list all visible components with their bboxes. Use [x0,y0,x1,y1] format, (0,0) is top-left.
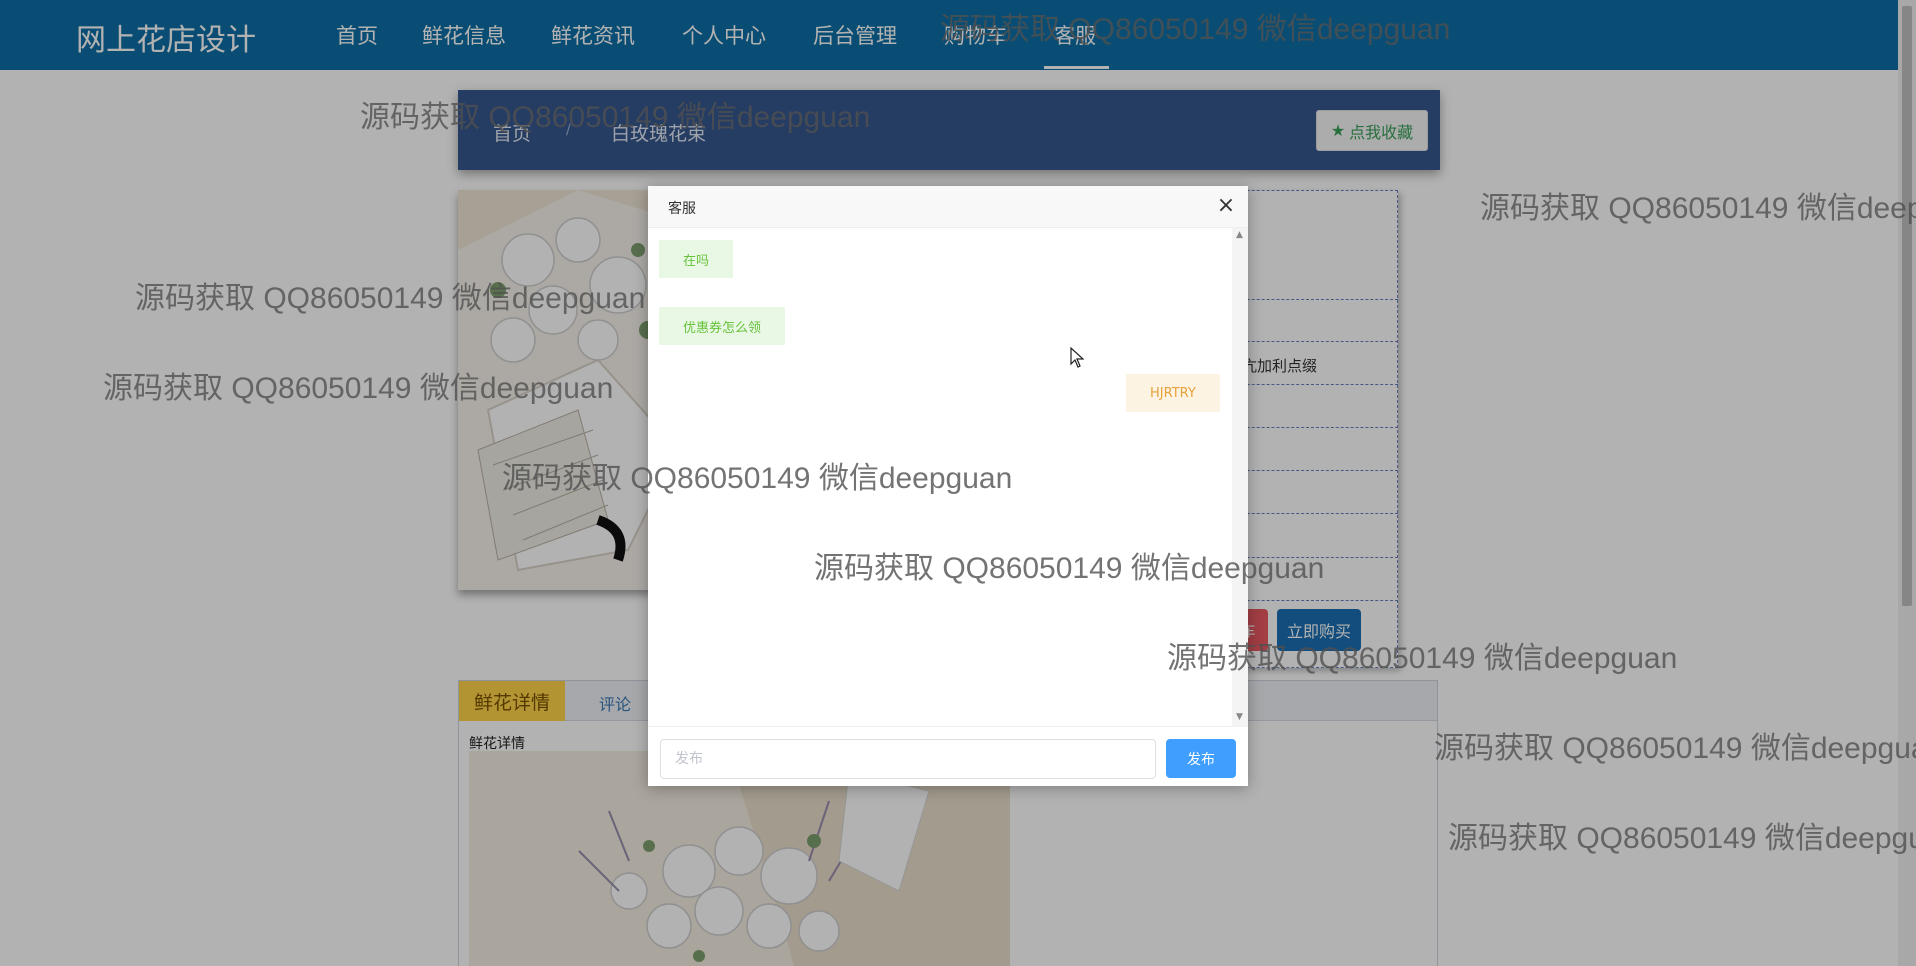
chat-message-user: 在吗 [659,240,734,278]
chat-message-input[interactable] [660,739,1156,779]
send-button[interactable]: 发布 [1166,739,1236,778]
dialog-title: 客服 [668,201,696,217]
customer-service-dialog: 客服 × 在吗 优惠券怎么领 HJRTRY ▲ ▼ 发布 [648,186,1248,786]
mouse-pointer-icon [1070,347,1084,368]
dialog-footer: 发布 [648,726,1248,786]
chat-message-user: 优惠券怎么领 [659,307,786,345]
scroll-up-arrow-icon[interactable]: ▲ [1236,230,1243,240]
chat-message-service: HJRTRY [1126,374,1220,412]
close-icon[interactable]: × [1214,195,1238,219]
scroll-down-arrow-icon[interactable]: ▼ [1236,712,1243,722]
chat-message-list[interactable]: 在吗 优惠券怎么领 HJRTRY [648,228,1230,726]
dialog-header: 客服 × [648,186,1248,228]
chat-scrollbar[interactable]: ▲ ▼ [1232,228,1248,726]
